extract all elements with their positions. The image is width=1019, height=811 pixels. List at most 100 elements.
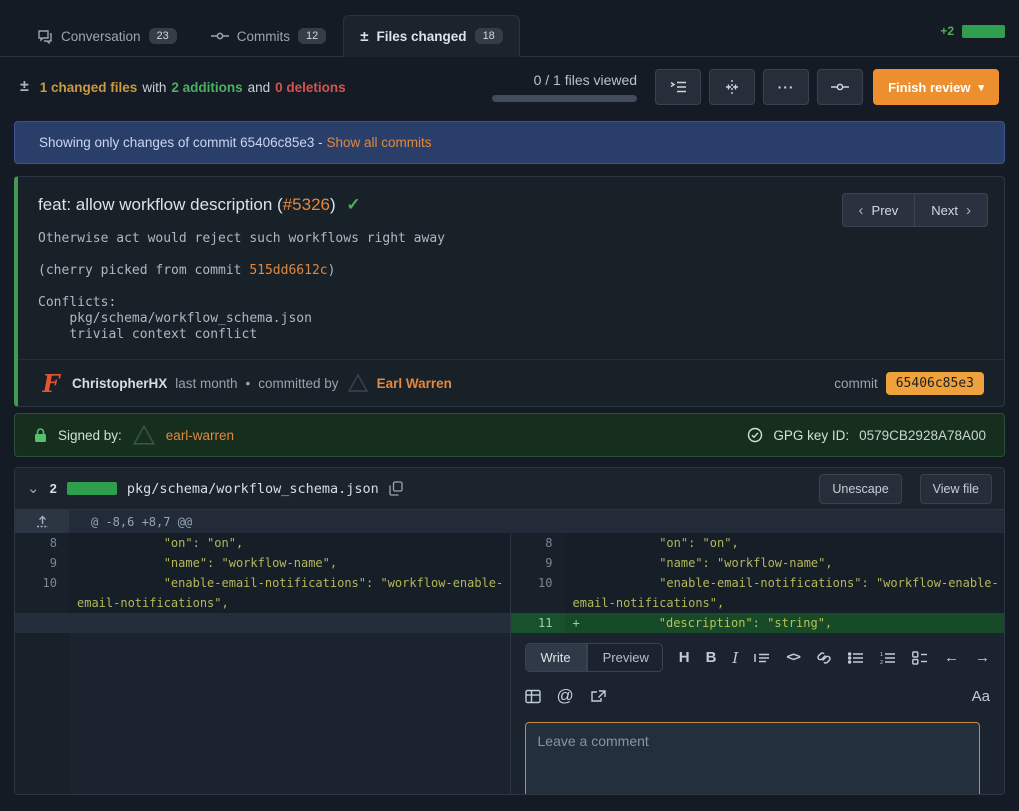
file-change-count: 2 [50,481,57,496]
diff-options-button[interactable]: ··· [763,69,809,105]
pr-number-link[interactable]: #5326 [283,195,330,214]
diff-right-pane: 8 "on": "on", 9 "name": "workflow-name",… [510,533,1005,794]
line-number-new[interactable]: 9 [511,553,565,573]
signature-banner: Signed by: earl-warren GPG key ID: 0579C… [14,413,1005,457]
caret-down-icon: ▾ [978,81,984,94]
commit-message-body: Otherwise act would reject such workflow… [18,221,1004,359]
signer-name-link[interactable]: earl-warren [166,428,234,443]
code-icon[interactable]: <> [786,650,800,665]
link-icon[interactable] [816,651,832,665]
split-diff-icon [724,79,740,95]
view-file-button[interactable]: View file [920,474,992,504]
line-number-old[interactable]: 9 [15,553,69,573]
commit-meta-row: F ChristopherHX last month • committed b… [18,359,1004,406]
commits-icon [211,28,229,44]
undo-icon[interactable]: ← [944,649,959,666]
comment-input[interactable] [525,722,980,794]
line-number-old[interactable]: 10 [15,573,69,613]
diff-line: 8 "on": "on", [511,533,1005,553]
tab-commits[interactable]: Commits 12 [194,15,344,57]
commit-pagination: ‹ Prev Next › [842,193,988,227]
diff-view-mode-button[interactable] [709,69,755,105]
code-text: "description": "string", [587,616,833,630]
conversation-icon [37,28,53,44]
task-list-icon[interactable] [912,651,928,665]
mention-icon[interactable]: @ [557,686,574,706]
changed-files-summary: ± 1 changed files with 2 additions and 0… [20,79,346,95]
prev-commit-button[interactable]: ‹ Prev [842,193,915,227]
tab-label: Files changed [377,29,467,44]
tab-preview[interactable]: Preview [587,644,663,671]
bold-icon[interactable]: B [706,649,717,666]
tab-files-changed[interactable]: ± Files changed 18 [343,15,520,57]
diff-toolbar: ± 1 changed files with 2 additions and 0… [0,57,1019,115]
line-number-new[interactable]: 10 [511,573,565,613]
copy-path-icon[interactable] [389,481,403,496]
conflicts-block: Conflicts: pkg/schema/workflow_schema.js… [38,295,984,343]
line-number-new[interactable]: 11 [511,613,565,633]
added-marker: + [573,613,587,633]
pr-tab-bar: Conversation 23 Commits 12 ± Files chang… [0,0,1019,57]
split-diff: 8 "on": "on", 9 "name": "workflow-name",… [15,533,1004,794]
file-name: pkg/schema/workflow_schema.json [127,481,379,497]
quote-icon[interactable] [754,651,770,665]
commit-hash-badge[interactable]: 65406c85e3 [886,372,984,395]
gutter-column [15,633,69,794]
cherry-pick-hash-link[interactable]: 515dd6612c [249,263,327,278]
redo-icon[interactable]: → [975,649,990,666]
line-number-new[interactable]: 8 [511,533,565,553]
deletions-count: 0 deletions [275,80,346,95]
left-pane-empty-area [15,633,510,794]
lock-icon [33,427,48,443]
svg-text:2: 2 [880,660,883,665]
commit-box: feat: allow workflow description (#5326)… [14,176,1005,407]
ellipsis-icon: ··· [778,79,795,95]
tab-count-badge: 18 [475,28,503,44]
unescape-button[interactable]: Unescape [819,474,901,504]
signer-avatar[interactable] [132,424,156,446]
line-number-old[interactable]: 8 [15,533,69,553]
code-line: "on": "on", [69,533,510,553]
author-name[interactable]: ChristopherHX [72,376,167,391]
files-viewed-label: 0 / 1 files viewed [492,72,637,88]
expand-hunk-button[interactable] [15,510,69,533]
committer-name[interactable]: Earl Warren [377,376,452,391]
editor-toolbar-row-2: @ Aa [525,686,991,706]
code-line: "on": "on", [565,533,1005,553]
author-avatar[interactable]: F [38,370,64,396]
chevron-left-icon: ‹ [859,202,864,219]
heading-icon[interactable]: H [679,649,690,666]
files-viewed: 0 / 1 files viewed [492,72,637,102]
finish-review-button[interactable]: Finish review ▾ [873,69,999,105]
file-tree-icon [670,80,687,94]
diff-line: 10 "enable-email-notifications": "workfl… [15,573,510,613]
tab-write[interactable]: Write [526,644,587,671]
committer-avatar[interactable] [347,373,369,393]
gpg-key-label: GPG key ID: [773,428,849,443]
tab-conversation[interactable]: Conversation 23 [20,15,194,57]
diff-line: 9 "name": "workflow-name", [511,553,1005,573]
commit-title-text: ) [330,195,336,214]
files-viewed-progressbar [492,95,637,102]
collapse-file-chevron-icon[interactable]: ⌄ [27,481,40,496]
prev-label: Prev [872,203,899,218]
cherry-pick-line: (cherry picked from commit 515dd6612c) [38,263,984,279]
commit-select-button[interactable] [817,69,863,105]
diff-line-placeholder [15,613,510,633]
text-size-icon[interactable]: Aa [972,688,990,705]
commit-status-check-icon[interactable]: ✓ [346,195,360,214]
file-tree-toggle-button[interactable] [655,69,701,105]
commit-message-line: Otherwise act would reject such workflow… [38,231,984,247]
ordered-list-icon[interactable]: 12 [880,651,896,665]
unordered-list-icon[interactable] [848,651,864,665]
table-icon[interactable] [525,689,541,704]
code-line: "enable-email-notifications": "workflow-… [565,573,1005,613]
next-commit-button[interactable]: Next › [914,193,988,227]
show-all-commits-link[interactable]: Show all commits [326,135,431,150]
reference-icon[interactable] [590,689,607,704]
diff-left-pane: 8 "on": "on", 9 "name": "workflow-name",… [15,533,510,794]
italic-icon[interactable]: I [732,649,738,667]
commit-icon [831,79,849,95]
gpg-verified-icon [747,427,763,443]
hunk-header-text: @ -8,6 +8,7 @@ [69,510,1004,533]
